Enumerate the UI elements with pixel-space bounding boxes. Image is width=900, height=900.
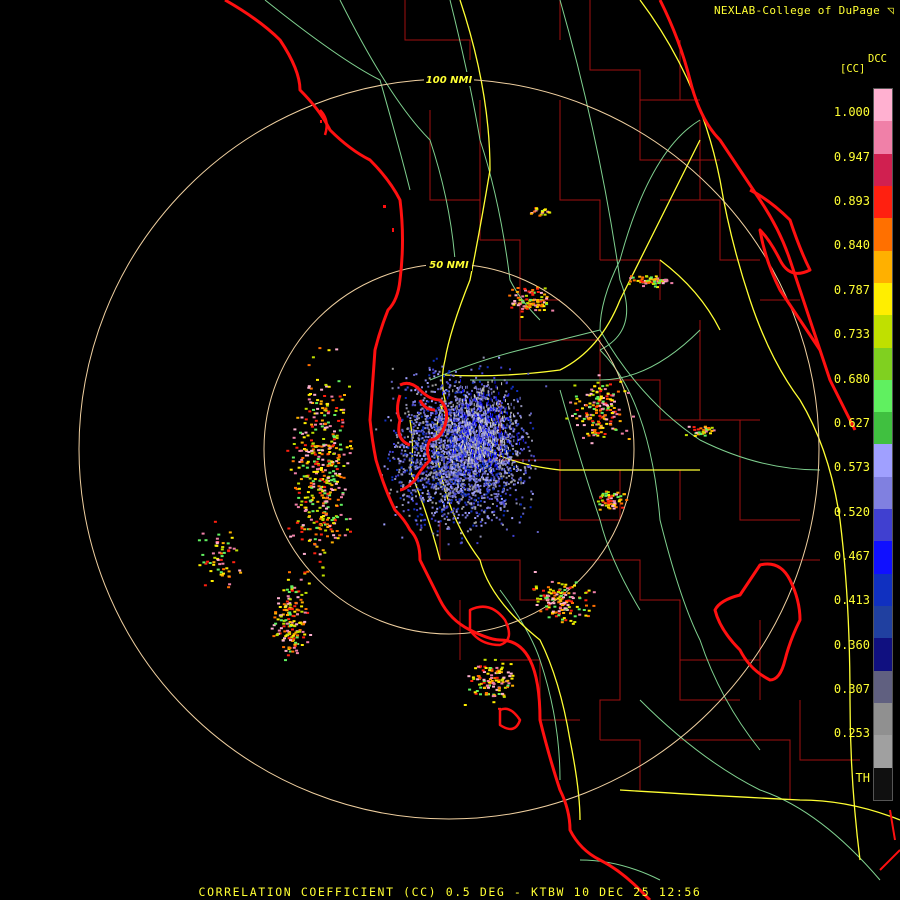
legend-product-code: DCC [868,53,887,65]
legend-swatch [874,702,892,736]
range-ring-100-label: 100 NMI [426,75,473,86]
legend-label: 0.573 [833,460,870,474]
legend-swatch [874,670,892,703]
legend-swatch [874,250,892,283]
logo-icon: ◹ [887,4,894,17]
legend-swatch [874,767,892,800]
legend-swatch [874,606,892,639]
credit-label: NEXLAB-College of DuPage ◹ [713,4,894,17]
legend-swatch [874,121,892,154]
legend-colorbar [873,88,893,801]
legend-swatch [874,282,892,316]
legend-swatch [874,153,892,186]
legend-swatch [874,347,892,380]
legend-label: 0.253 [833,726,870,740]
product-info-footer: CORRELATION COEFFICIENT (CC) 0.5 DEG - K… [198,885,702,899]
legend-label: 0.307 [833,682,870,696]
legend-label: 0.947 [833,150,870,164]
legend-swatch [874,379,892,413]
legend-swatch [874,735,892,768]
legend-swatch [874,412,892,445]
legend-unit: [CC] [840,63,866,75]
legend-label: 0.787 [833,283,870,297]
legend-label: 0.893 [833,194,870,208]
legend-label: 0.360 [833,638,870,652]
legend-label: 0.413 [833,593,870,607]
radar-map: 100 NMI 50 NMI [0,0,900,900]
legend-swatch [874,541,892,574]
legend-label: 0.733 [833,327,870,341]
legend-label: 0.840 [833,238,870,252]
legend-label: 0.680 [833,372,870,386]
range-ring-50-label: 50 NMI [429,260,469,271]
legend-swatch [874,218,892,251]
legend-swatch [874,89,892,122]
legend-swatch [874,573,892,606]
legend-label: 0.627 [833,416,870,430]
legend-label: 0.520 [833,505,870,519]
legend-swatch [874,444,892,477]
legend-swatch [874,185,892,219]
legend-label: 1.000 [833,105,870,119]
legend-swatch [874,476,892,510]
legend-swatch [874,509,892,542]
legend-swatch [874,638,892,671]
legend-label: 0.467 [833,549,870,563]
legend-label: TH [855,771,870,785]
legend-swatch [874,315,892,348]
